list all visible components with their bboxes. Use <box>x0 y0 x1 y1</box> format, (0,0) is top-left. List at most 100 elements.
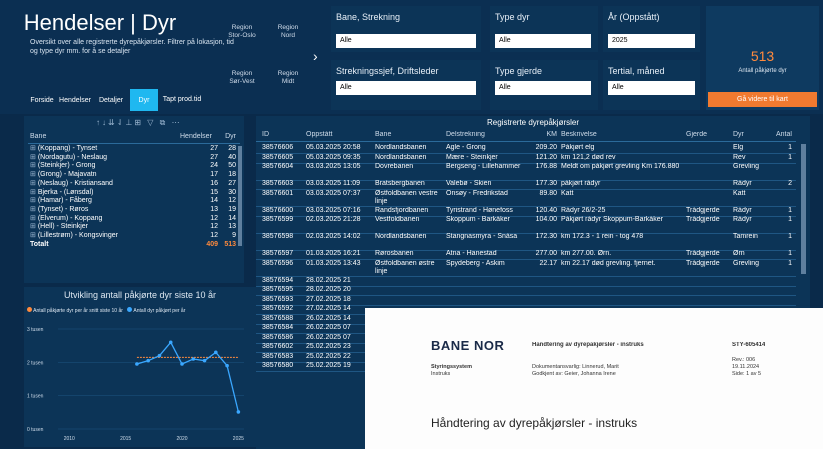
header-del[interactable]: Delstrekning <box>446 131 534 140</box>
table-row[interactable]: ⊞ (Elverum) - Koppang 12 14 <box>30 215 236 224</box>
doc-responsible: Dokumentansvarlig: Linnerud, Marit <box>532 364 619 370</box>
cell-bane: Vestfoldbanen <box>375 216 420 223</box>
row-bane: ⊞ (Hamar) - Fåberg <box>30 197 92 205</box>
nav-tapt-prodtid[interactable]: Tapt prod.tid <box>162 89 202 111</box>
slicer-type-gjerde: Type gjerde Alle <box>490 60 598 110</box>
table-row[interactable]: 38576606 05.03.2025 20:58 Nordlandsbanen Ag… <box>256 144 796 154</box>
slicer-strekningssjef: Strekningssjef, Driftsleder Alle <box>331 60 481 110</box>
row-dyr: 28 <box>228 145 236 152</box>
row-dyr: 40 <box>228 153 236 161</box>
expand-icon[interactable]: ⊞ <box>30 215 38 222</box>
region-nord[interactable]: Region Nord <box>271 24 305 40</box>
header-km[interactable]: KM <box>535 131 558 140</box>
cell-gj <box>686 233 730 250</box>
kpi-card: 513 Antall påkjørte dyr Gå videre til ka… <box>706 6 819 110</box>
expand-icon[interactable]: ⊞ <box>30 197 38 204</box>
region-stor-oslo[interactable]: Region Stor-Oslo <box>225 24 259 40</box>
expand-icon[interactable]: ⊞ <box>30 145 38 152</box>
table-total-row: Totalt 409 513 <box>30 241 236 250</box>
expand-icon[interactable]: ⊞ <box>30 171 38 178</box>
nav-detaljer[interactable]: Detaljer <box>96 89 126 111</box>
table-row[interactable]: ⊞ (Tynset) - Røros 13 19 <box>30 206 236 215</box>
expand-icon[interactable]: ⊞ <box>30 154 38 161</box>
page-title: Hendelser | Dyr <box>23 10 177 35</box>
table-toolbar-icons[interactable]: ↑↓⇊⇃⊥⊞ ▽ ⧉ ⋯ <box>96 118 182 128</box>
header-id[interactable]: ID <box>262 131 302 140</box>
table-row[interactable]: ⊞ (Hell) - Steinkjer 12 13 <box>30 223 236 232</box>
slicer-dropdown[interactable]: Alle <box>608 81 695 95</box>
table-row[interactable]: ⊞ Bjerka - (Lønsdal) 15 30 <box>30 189 236 198</box>
cell-bes: Påkjørt rådyr Skoppum-Barkåker <box>561 216 663 223</box>
table-row[interactable]: 38576599 02.03.2025 21:28 Vestfoldbanen Sko… <box>256 216 796 234</box>
page-subtitle: Oversikt over alle registrerte dyrepåkjø… <box>30 39 234 55</box>
x-tick-label: 2010 <box>64 436 75 442</box>
doc-date: 19.11.2024 <box>732 364 760 370</box>
slicer-dropdown[interactable]: Alle <box>336 34 476 48</box>
header-hendelser[interactable]: Hendelser <box>180 133 220 142</box>
header-opp[interactable]: Oppstått <box>306 131 374 140</box>
row-bane: ⊞ (Nordagutu) - Neslaug <box>30 153 108 161</box>
expand-icon[interactable]: ⊞ <box>30 232 38 239</box>
table-row[interactable]: 38576595 28.02.2025 20 <box>256 286 796 296</box>
cell-id: 38576601 <box>262 189 294 197</box>
bane-nor-logo: BANE NOR <box>431 338 505 353</box>
table-row[interactable]: ⊞ (Koppang) - Tynset 27 28 <box>30 145 236 154</box>
table-row[interactable]: 38576596 01.03.2025 13:43 Østfoldbanen øst… <box>256 260 796 277</box>
nav-hendelser[interactable]: Hendelser <box>58 89 92 111</box>
data-point <box>157 353 162 358</box>
incident-table-title: Registrerte dyrepåkjørsler <box>486 118 580 127</box>
row-hendelser: 27 <box>210 153 218 161</box>
table-row[interactable]: 38576600 03.03.2025 07:16 Randsfjordbanen T… <box>256 207 796 217</box>
table-row[interactable]: ⊞ (Grong) - Majavatn 17 18 <box>30 171 236 180</box>
header-bane[interactable]: Bane <box>30 133 170 142</box>
table-row[interactable]: 38576601 03.03.2025 07:37 Østfoldbanen ves… <box>256 190 796 207</box>
slicer-dropdown[interactable]: Alle <box>495 81 591 95</box>
header-dyr[interactable]: Dyr <box>220 133 236 142</box>
nav-forside[interactable]: Forside <box>30 89 54 111</box>
cell-gj: Trådgjerde <box>686 216 720 223</box>
slicer-dropdown[interactable]: 2025 <box>608 34 695 48</box>
chevron-right-icon[interactable]: › <box>313 48 318 64</box>
table-row[interactable]: ⊞ (Hamar) - Fåberg 14 12 <box>30 197 236 206</box>
slicer-type-dyr: Type dyr Alle <box>490 6 598 52</box>
data-point <box>236 410 241 414</box>
slicer-dropdown[interactable]: Alle <box>495 34 591 48</box>
map-button[interactable]: Gå videre til kart <box>708 92 817 107</box>
header-bes[interactable]: Beskrivelse <box>561 131 685 140</box>
region-midt[interactable]: Region Midt <box>271 70 305 86</box>
expand-icon[interactable]: ⊞ <box>30 223 38 230</box>
expand-icon[interactable]: ⊞ <box>30 180 38 187</box>
table-row[interactable]: 38576604 03.03.2025 13:05 Dovrebanen Bergse… <box>256 163 796 181</box>
table-row[interactable]: ⊞ (Steinkjer) - Grong 24 50 <box>30 162 236 171</box>
row-dyr: 18 <box>228 171 236 179</box>
table-row[interactable]: ⊞ (Nordagutu) - Neslaug 27 40 <box>30 154 236 163</box>
cell-bane: Nordlandsbanen <box>375 233 427 240</box>
table-row[interactable]: 38576594 28.02.2025 21 <box>256 277 796 287</box>
slicer-dropdown[interactable]: Alle <box>336 81 476 95</box>
table-row[interactable]: ⊞ (Lillestrøm) - Kongsvinger 12 9 <box>30 232 236 241</box>
cell-opp: 03.03.2025 13:05 <box>306 163 361 170</box>
nav-dyr[interactable]: Dyr <box>130 89 158 111</box>
expand-icon[interactable]: ⊞ <box>30 189 38 196</box>
table-row[interactable]: 38576597 01.03.2025 16:21 Rørosbanen Atna -… <box>256 250 796 260</box>
header-gj[interactable]: Gjerde <box>686 131 730 140</box>
instruction-document: BANE NOR Håndtering av dyrepåkjørsler - … <box>365 308 823 449</box>
scrollbar[interactable] <box>238 146 242 246</box>
table-row[interactable]: ⊞ (Neslaug) - Kristiansand 16 27 <box>30 180 236 189</box>
expand-icon[interactable]: ⊞ <box>30 162 38 169</box>
trend-chart-panel: Utvikling antall påkjørte dyr siste 10 å… <box>24 287 256 447</box>
cell-gj: Trådgjerde <box>686 259 720 267</box>
header-dyr[interactable]: Dyr <box>733 131 777 140</box>
table-row[interactable]: 38576598 02.03.2025 14:02 Nordlandsbanen St… <box>256 233 796 251</box>
header-bane[interactable]: Bane <box>375 131 441 140</box>
scrollbar[interactable] <box>801 144 806 274</box>
row-dyr: 13 <box>228 223 236 231</box>
region-sor-vest[interactable]: Region Sør-Vest <box>225 70 259 86</box>
total-dyr: 513 <box>224 241 236 248</box>
table-row[interactable]: 38576593 27.02.2025 18 <box>256 296 796 306</box>
table-row[interactable]: 38576605 05.03.2025 09:35 Nordlandsbanen Mæ… <box>256 154 796 164</box>
row-bane: ⊞ (Hell) - Steinkjer <box>30 223 88 231</box>
header-ant[interactable]: Antall <box>776 131 792 140</box>
table-row[interactable]: 38576603 03.03.2025 11:09 Bratsbergbanen Va… <box>256 180 796 190</box>
expand-icon[interactable]: ⊞ <box>30 206 38 213</box>
